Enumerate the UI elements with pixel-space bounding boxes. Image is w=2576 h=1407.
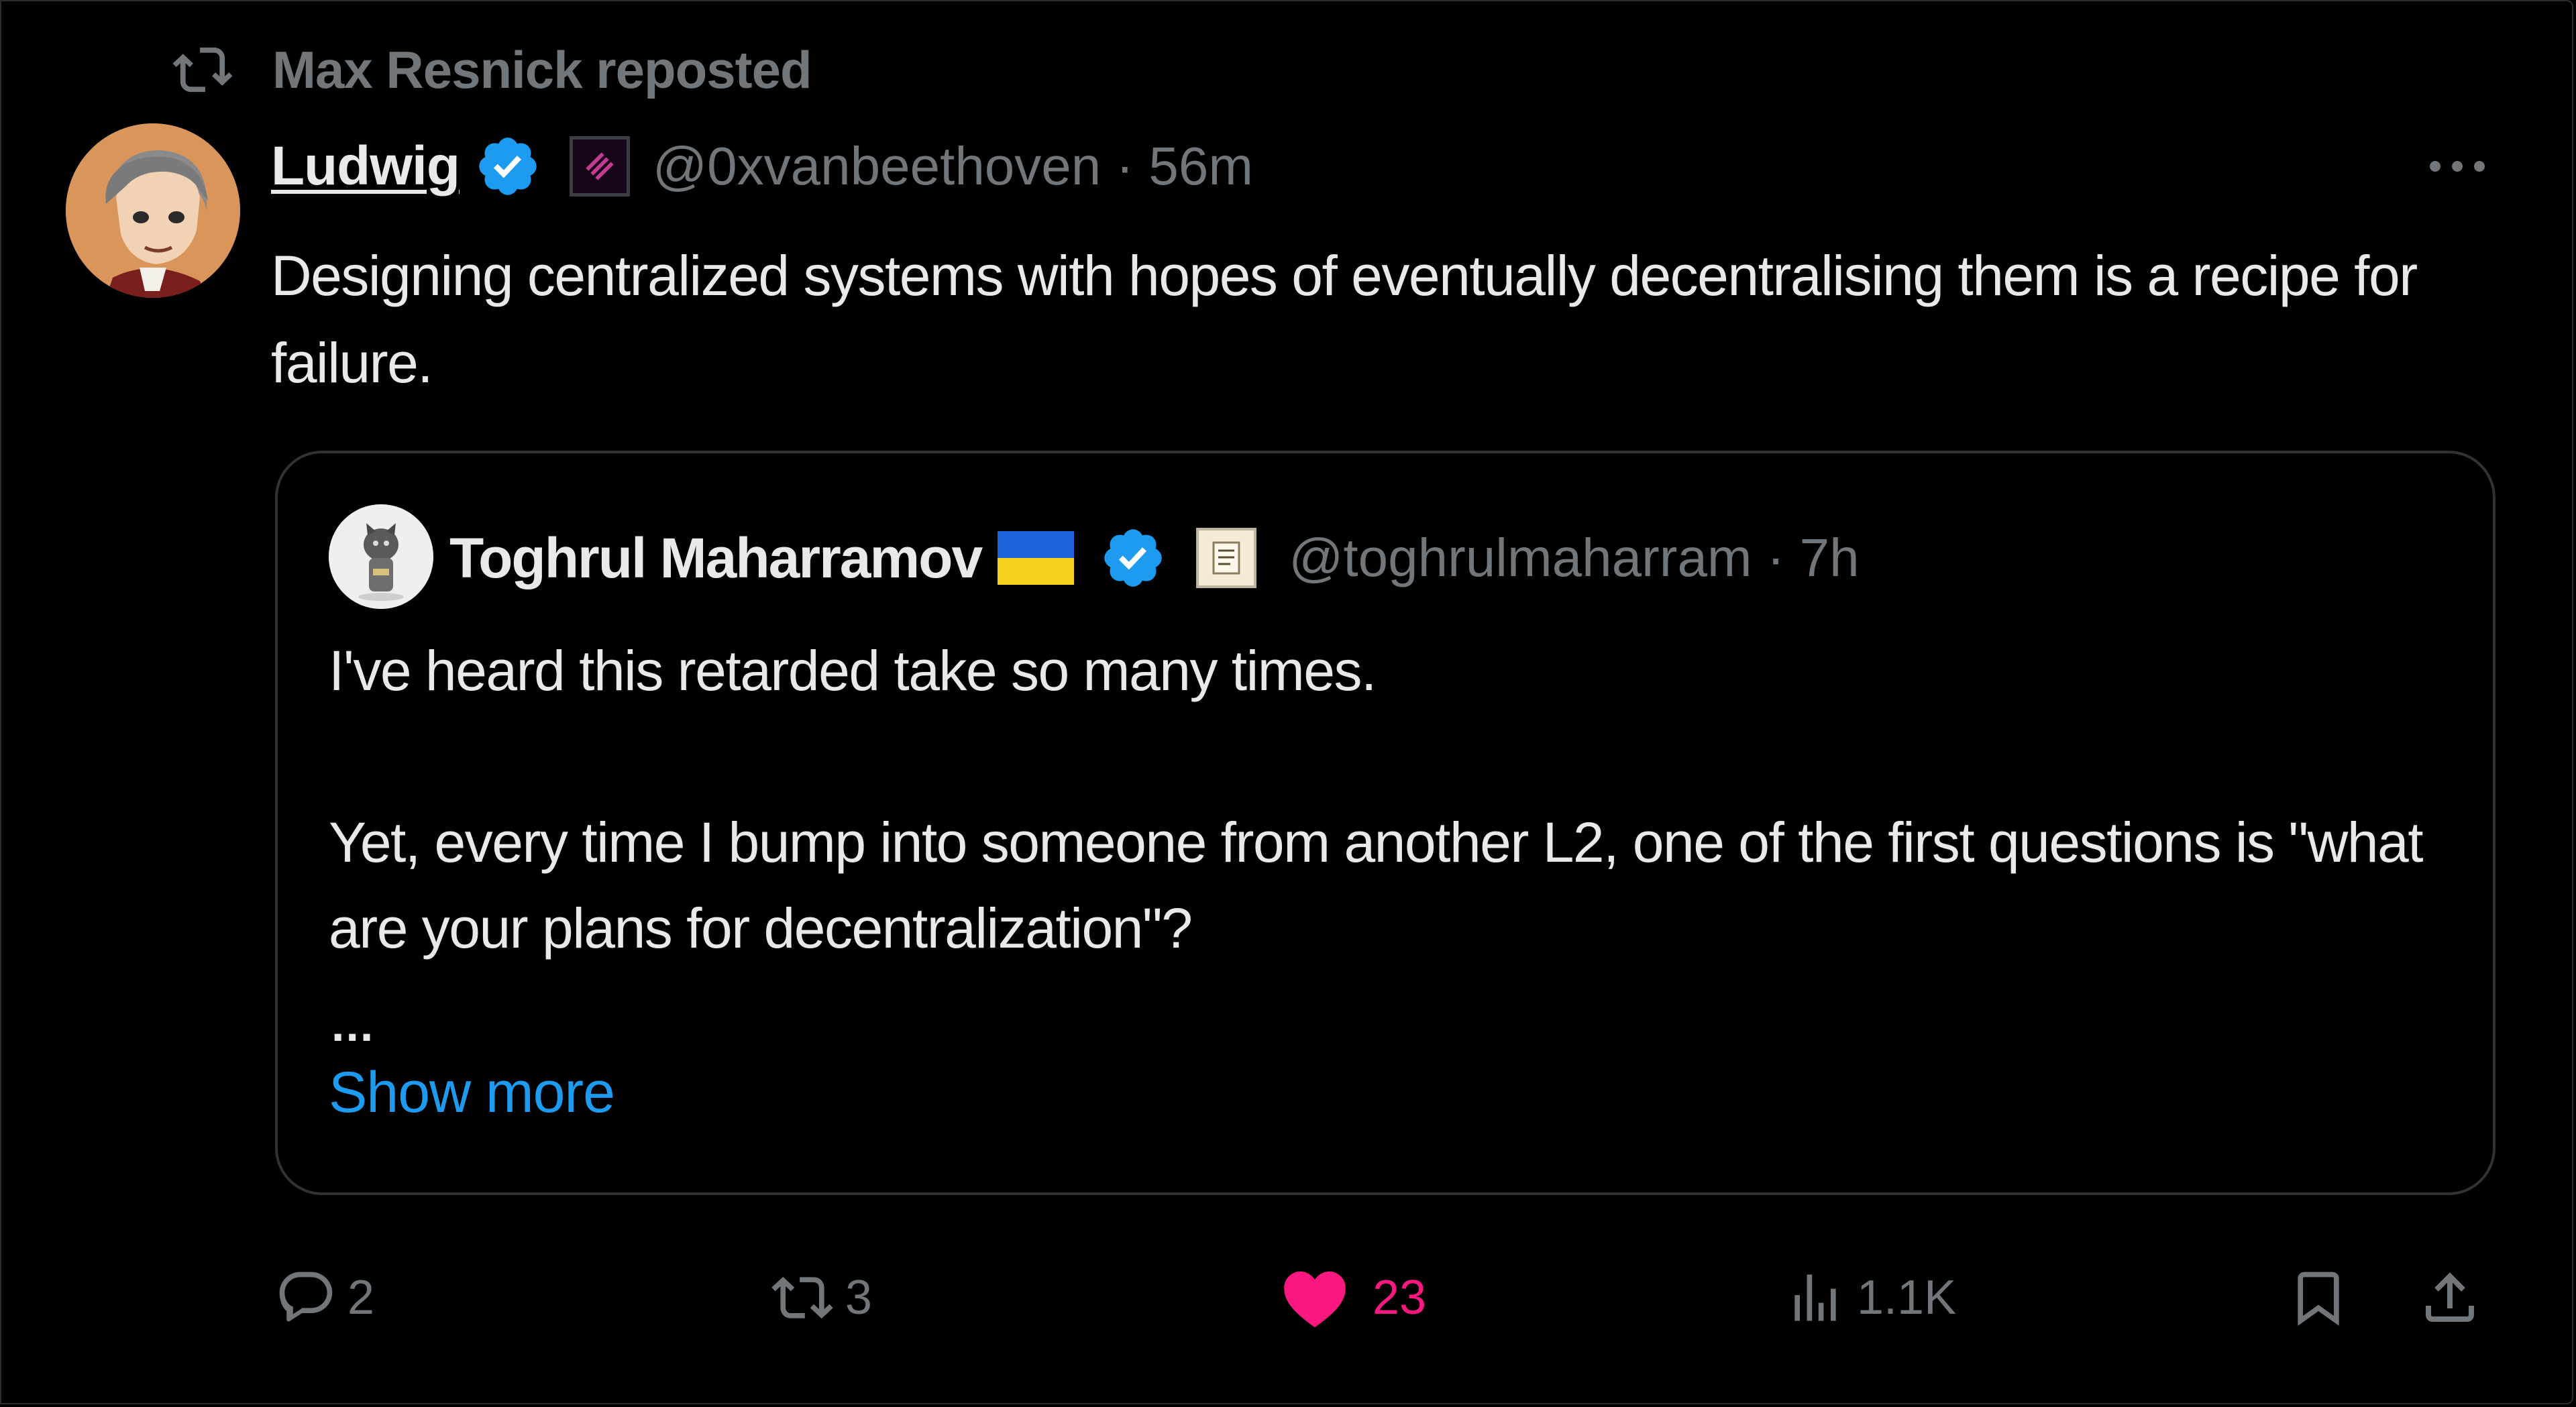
quoted-tweet-header: Toghrul Maharramov @toghrulmaharram · 7h xyxy=(449,522,1860,594)
analytics-icon xyxy=(1794,1274,1836,1321)
views-count: 1.1K xyxy=(1857,1271,1957,1325)
share-icon xyxy=(2426,1272,2474,1322)
tweet-text: Designing centralized systems with hopes… xyxy=(271,244,2418,394)
quoted-author-avatar[interactable] xyxy=(329,504,433,609)
truncation-ellipsis: ... xyxy=(331,999,375,1051)
quoted-author-name[interactable]: Toghrul Maharramov xyxy=(449,526,983,591)
cat-avatar-icon xyxy=(329,504,433,609)
show-more-link[interactable]: Show more xyxy=(329,1060,615,1126)
bookmark-icon xyxy=(2298,1272,2339,1326)
bookmark-button[interactable] xyxy=(2288,1261,2349,1335)
heart-filled-icon xyxy=(1284,1271,1346,1328)
quoted-paragraph-1: I've heard this retarded take so many ti… xyxy=(329,639,1377,702)
repost-icon xyxy=(771,1276,833,1319)
repost-button[interactable]: 3 xyxy=(770,1261,872,1335)
repost-text: Max Resnick reposted xyxy=(272,40,812,99)
share-button[interactable] xyxy=(2418,1261,2482,1335)
verified-badge-icon xyxy=(1104,529,1162,587)
ukraine-flag-icon xyxy=(998,531,1075,585)
reply-count: 2 xyxy=(347,1271,375,1325)
views-button[interactable]: 1.1K xyxy=(1784,1261,1956,1335)
affiliate-badge-icon[interactable] xyxy=(569,136,630,196)
quoted-paragraph-2: Yet, every time I bump into someone from… xyxy=(329,811,2424,960)
cartoon-avatar-icon xyxy=(66,123,240,298)
repost-count: 3 xyxy=(845,1271,873,1325)
quoted-author-handle-time[interactable]: @toghrulmaharram · 7h xyxy=(1289,527,1859,589)
verified-badge-icon xyxy=(479,137,537,195)
author-avatar[interactable] xyxy=(66,123,240,298)
more-icon[interactable] xyxy=(2420,146,2494,186)
like-count: 23 xyxy=(1373,1271,1427,1325)
author-handle-time[interactable]: @0xvanbeethoven · 56m xyxy=(653,135,1253,197)
tweet-header: Ludwig @0xvanbeethoven · 56m xyxy=(271,131,1253,201)
repost-icon xyxy=(172,47,233,93)
reply-button[interactable]: 2 xyxy=(275,1261,374,1335)
like-button[interactable]: 23 xyxy=(1281,1261,1426,1335)
quoted-tweet-text: I've heard this retarded take so many ti… xyxy=(329,628,2462,971)
repost-indicator[interactable]: Max Resnick reposted xyxy=(170,39,812,101)
reply-icon xyxy=(279,1272,333,1322)
author-name[interactable]: Ludwig xyxy=(271,135,460,198)
scroll-affiliate-icon[interactable] xyxy=(1196,528,1257,588)
